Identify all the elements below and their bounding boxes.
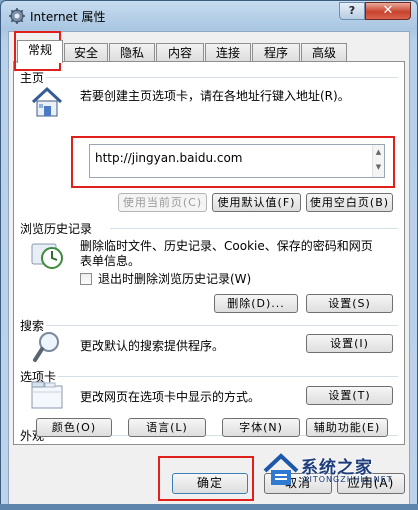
use-blank-button[interactable]: 使用空白页(B) (306, 193, 393, 212)
tabs-settings-button[interactable]: 设置(T) (306, 386, 393, 405)
accessibility-button[interactable]: 辅助功能(E) (306, 418, 388, 437)
help-button[interactable]: ? (339, 2, 365, 20)
close-button[interactable]: ✕ (365, 2, 411, 20)
tabbed-window-icon (31, 381, 63, 409)
internet-properties-window: Internet 属性 ? ✕ 常规 安全 隐私 内容 连接 程序 高级 主页 … (0, 0, 418, 510)
search-description: 更改默认的搜索提供程序。 (80, 339, 225, 353)
general-tab-panel: 主页 若要创建主页选项卡，请在各地址行键入地址(R)。 http://jingy… (13, 61, 405, 445)
homepage-description: 若要创建主页选项卡，请在各地址行键入地址(R)。 (80, 89, 350, 103)
use-current-page-button[interactable]: 使用当前页(C) (118, 193, 207, 212)
window-title: Internet 属性 (30, 10, 106, 24)
history-description-line2: 表单信息。 (80, 254, 141, 268)
dialog-client-area: 常规 安全 隐私 内容 连接 程序 高级 主页 若要创建主页选项卡，请在各地址行… (8, 31, 410, 505)
fonts-button[interactable]: 字体(N) (222, 418, 300, 437)
tab-connections[interactable]: 连接 (205, 43, 251, 62)
home-icon (31, 86, 63, 117)
watermark-subtext: XITONGZHIJIA.NET (303, 475, 393, 484)
house-logo-icon (263, 453, 299, 485)
tab-general[interactable]: 常规 (17, 40, 63, 63)
title-bar[interactable]: Internet 属性 ? ✕ (1, 1, 417, 31)
delete-history-on-exit-checkbox[interactable] (80, 273, 92, 285)
delete-history-on-exit-label[interactable]: 退出时删除浏览历史记录(W) (98, 272, 251, 287)
url-highlight-box (71, 136, 395, 188)
tab-privacy[interactable]: 隐私 (109, 43, 155, 62)
homepage-divider (46, 77, 398, 78)
history-group-title: 浏览历史记录 (20, 222, 93, 236)
languages-button[interactable]: 语言(L) (128, 418, 206, 437)
history-settings-button[interactable]: 设置(S) (306, 294, 393, 313)
tab-advanced[interactable]: 高级 (301, 43, 347, 62)
search-magnifier-icon (33, 332, 59, 362)
search-settings-button[interactable]: 设置(I) (306, 334, 393, 353)
search-divider (46, 325, 398, 326)
history-clock-icon (31, 243, 63, 269)
ok-highlight-box (158, 456, 254, 501)
taskbar-edge (0, 504, 418, 510)
tabs-description: 更改网页在选项卡中显示的方式。 (80, 390, 261, 404)
use-default-button[interactable]: 使用默认值(F) (212, 193, 301, 212)
tab-programs[interactable]: 程序 (252, 43, 300, 62)
site-watermark: 系统之家 XITONGZHIJIA.NET (259, 449, 409, 493)
homepage-group-title: 主页 (20, 71, 45, 85)
ie-gear-icon (9, 8, 25, 24)
tab-security[interactable]: 安全 (64, 43, 108, 62)
history-divider (110, 228, 398, 229)
tabs-divider (58, 376, 398, 377)
tab-content[interactable]: 内容 (156, 43, 204, 62)
delete-history-button[interactable]: 删除(D)... (214, 294, 298, 313)
colors-button[interactable]: 颜色(O) (36, 418, 112, 437)
history-description-line1: 删除临时文件、历史记录、Cookie、保存的密码和网页 (80, 239, 373, 253)
